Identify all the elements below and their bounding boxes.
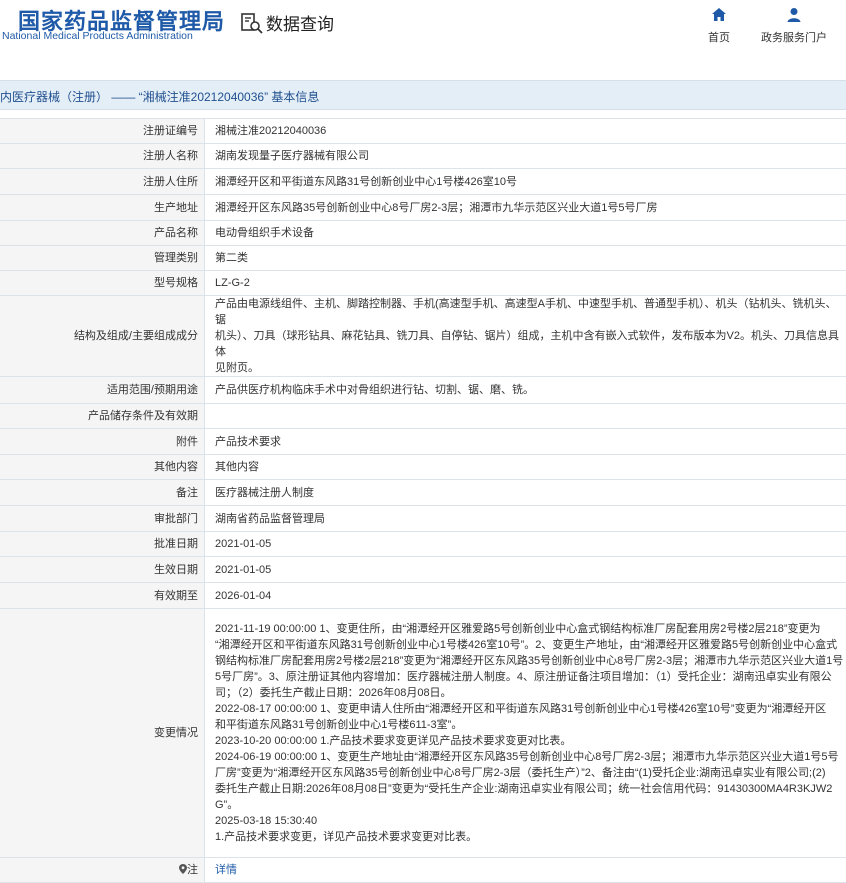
value-line: 机头）、刀具（球形钻具、麻花钻具、铣刀具、自停钻、锯片）组成，主机中含有嵌入式软… [215,328,846,360]
field-value: 其他内容 [205,455,846,480]
data-query-heading: 数据查询 [240,10,334,35]
field-value: 湖南发现量子医疗器械有限公司 [205,144,846,169]
location-pin-icon [179,864,187,874]
field-label: 附件 [0,429,205,455]
data-query-icon [240,11,264,35]
field-value: 湘械注准20212040036 [205,119,846,144]
detail-table: 注册证编号 湘械注准20212040036 注册人名称 湖南发现量子医疗器械有限… [0,118,846,883]
field-label: 注册人住所 [0,169,205,195]
table-row: 审批部门 湖南省药品监督管理局 [0,506,846,532]
table-row: 批准日期 2021-01-05 [0,532,846,557]
value-line: “湘潭经开区和平街道东风路31号创新创业中心1号楼426室10号”。2、变更生产… [215,637,846,653]
table-row: 注册人住所 湘潭经开区和平街道东风路31号创新创业中心1号楼426室10号 [0,169,846,195]
table-row: 变更情况 2021-11-19 00:00:00 1、变更住所，由“湘潭经开区雅… [0,609,846,858]
field-value: LZ-G-2 [205,271,846,296]
table-row: 备注 医疗器械注册人制度 [0,480,846,506]
table-row: 结构及组成/主要组成成分 产品由电源线组件、主机、脚踏控制器、手机(高速型手机、… [0,296,846,377]
field-label: 产品储存条件及有效期 [0,404,205,429]
field-label: 产品名称 [0,221,205,246]
nav-home-label: 首页 [708,32,730,44]
table-row: 产品名称 电动骨组织手术设备 [0,221,846,246]
field-value: 2021-01-05 [205,532,846,557]
field-label: 变更情况 [0,609,205,858]
value-line: 厂房”变更为“湘潭经开区东风路35号创新创业中心8号厂房2-3层（委托生产）”2… [215,765,846,781]
field-value: 2021-01-05 [205,557,846,583]
site-header: 国家药品监督管理局 National Medical Products Admi… [0,0,846,60]
field-value: 医疗器械注册人制度 [205,480,846,506]
value-line: 1.产品技术要求变更，详见产品技术要求变更对比表。 [215,829,846,845]
field-label: 备注 [0,480,205,506]
table-row: 注 详情 [0,858,846,883]
field-label: 有效期至 [0,583,205,609]
field-label: 生效日期 [0,557,205,583]
field-value: 湘潭经开区东风路35号创新创业中心8号厂房2-3层；湘潭市九华示范区兴业大道1号… [205,195,846,221]
value-line: 5号厂房”。3、原注册证其他内容增加：医疗器械注册人制度。4、原注册证备注项目增… [215,669,846,685]
table-row: 附件 产品技术要求 [0,429,846,455]
field-value: 产品供医疗机构临床手术中对骨组织进行钻、切割、锯、磨、铣。 [205,377,846,404]
field-value: 2026-01-04 [205,583,846,609]
value-line: G”。 [215,797,846,813]
table-row: 注册证编号 湘械注准20212040036 [0,119,846,144]
record-title: 内医疗器械（注册） —— “湘械注准20212040036” 基本信息 [0,88,319,105]
value-line: 2023-10-20 00:00:00 1.产品技术要求变更详见产品技术要求变更… [215,733,846,749]
field-value: 产品技术要求 [205,429,846,455]
table-row: 生产地址 湘潭经开区东风路35号创新创业中心8号厂房2-3层；湘潭市九华示范区兴… [0,195,846,221]
field-value [205,404,846,429]
table-row: 管理类别 第二类 [0,246,846,271]
field-label: 适用范围/预期用途 [0,377,205,404]
field-label: 管理类别 [0,246,205,271]
field-label: 生产地址 [0,195,205,221]
value-line: 2022-08-17 00:00:00 1、变更申请人住所由“湘潭经开区和平街道… [215,701,846,717]
record-title-bar: 内医疗器械（注册） —— “湘械注准20212040036” 基本信息 [0,80,846,110]
field-label: 注册人名称 [0,144,205,169]
value-line: 2021-11-19 00:00:00 1、变更住所，由“湘潭经开区雅爱路5号创… [215,621,846,637]
value-line: 钢结构标准厂房配套用房2号楼2层218”变更为“湘潭经开区东风路35号创新创业中… [215,653,846,669]
field-label: 批准日期 [0,532,205,557]
nav-gov-label: 政务服务门户 [761,32,827,44]
nav-gov-portal[interactable]: 政务服务门户 [758,6,830,46]
logo-subtitle: National Medical Products Administration [2,30,193,42]
field-label: 型号规格 [0,271,205,296]
table-row: 其他内容 其他内容 [0,455,846,480]
field-value: 详情 [205,858,846,883]
field-value: 湘潭经开区和平街道东风路31号创新创业中心1号楼426室10号 [205,169,846,195]
field-label: 结构及组成/主要组成成分 [0,296,205,377]
note-label: 注 [0,858,205,883]
value-line: 2025-03-18 15:30:40 [215,813,846,829]
field-label: 审批部门 [0,506,205,532]
field-value: 产品由电源线组件、主机、脚踏控制器、手机(高速型手机、高速型A手机、中速型手机、… [205,296,846,377]
value-line: 产品由电源线组件、主机、脚踏控制器、手机(高速型手机、高速型A手机、中速型手机、… [215,296,846,328]
field-label: 其他内容 [0,455,205,480]
value-line: 委托生产截止日期:2026年08月08日”变更为“受托生产企业:湖南迅卓实业有限… [215,781,846,797]
user-icon [785,6,803,24]
value-line: 和平街道东风路31号创新创业中心1号楼611-3室”。 [215,717,846,733]
table-row: 产品储存条件及有效期 [0,404,846,429]
table-row: 型号规格 LZ-G-2 [0,271,846,296]
table-row: 生效日期 2021-01-05 [0,557,846,583]
field-value: 电动骨组织手术设备 [205,221,846,246]
field-value: 2021-11-19 00:00:00 1、变更住所，由“湘潭经开区雅爱路5号创… [205,609,846,858]
nav-home[interactable]: 首页 [702,6,736,46]
table-row: 有效期至 2026-01-04 [0,583,846,609]
field-label: 注 [187,864,198,876]
value-line: 司；（2）委托生产截止日期：2026年08月08日。 [215,685,846,701]
field-value: 第二类 [205,246,846,271]
table-row: 适用范围/预期用途 产品供医疗机构临床手术中对骨组织进行钻、切割、锯、磨、铣。 [0,377,846,404]
field-value: 湖南省药品监督管理局 [205,506,846,532]
field-label: 注册证编号 [0,119,205,144]
value-line: 2024-06-19 00:00:00 1、变更生产地址由“湘潭经开区东风路35… [215,749,846,765]
value-line: 见附页。 [215,360,846,376]
table-row: 注册人名称 湖南发现量子医疗器械有限公司 [0,144,846,169]
data-query-label: 数据查询 [266,10,334,35]
home-icon [710,6,728,24]
details-link[interactable]: 详情 [215,864,237,876]
